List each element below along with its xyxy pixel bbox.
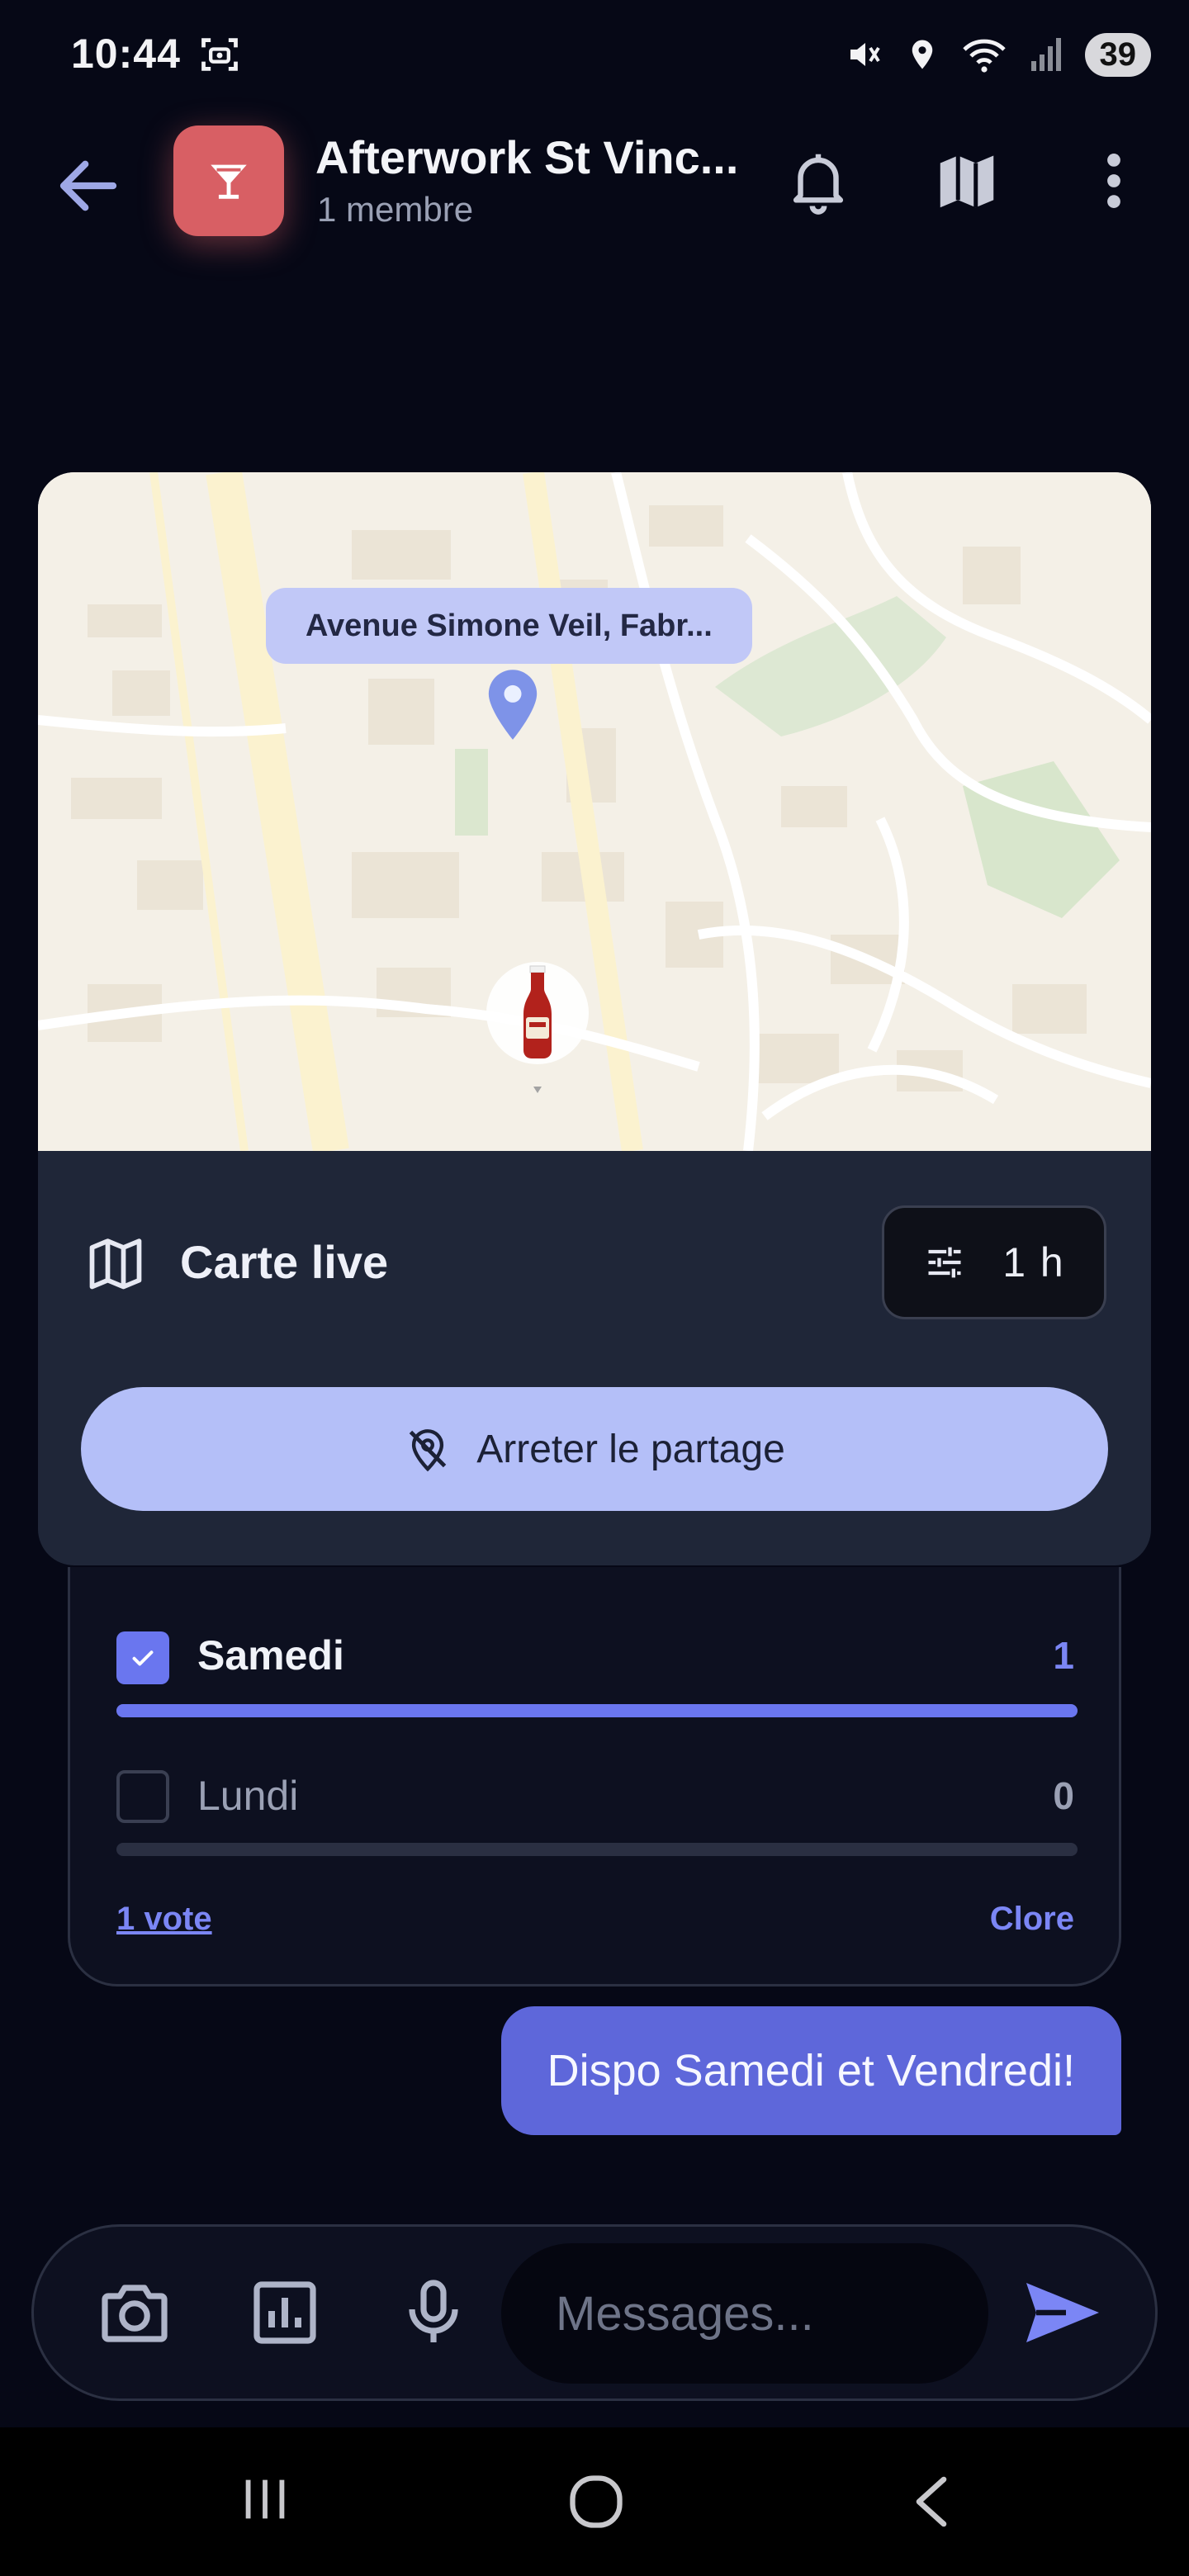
live-map-card: Avenue Simone Veil, Fabr... Carte live 1… [38,472,1151,1565]
poll-option-label[interactable]: Lundi [197,1772,298,1820]
send-icon[interactable] [1020,2273,1106,2352]
location-pin-icon[interactable] [484,667,542,745]
microphone-icon[interactable] [394,2273,473,2352]
location-off-icon [409,1429,447,1472]
home-icon[interactable] [565,2470,628,2533]
stop-sharing-button[interactable]: Arreter le partage [81,1387,1108,1511]
poll-option-bar [116,1704,1078,1717]
poll-icon[interactable] [245,2273,324,2352]
poll-card: Samedi 1 Lundi 0 1 vote Clore [68,1567,1121,1986]
map-outline-icon [89,1238,142,1290]
battery-badge: 39 [1084,32,1151,77]
poll-option-checkbox[interactable] [116,1631,169,1684]
poll-option-count: 1 [1053,1634,1074,1677]
status-time: 10:44 [71,31,181,77]
ketchup-bottle-marker-icon[interactable] [484,959,591,1108]
map-background [38,472,1151,1151]
poll-option-bar-fill [116,1704,1078,1717]
wifi-icon [962,39,1006,73]
tune-icon [928,1247,961,1278]
camera-icon[interactable] [95,2273,174,2352]
status-icons: 39 [844,30,1151,79]
close-poll-button[interactable]: Clore [990,1901,1074,1938]
message-composer [31,2224,1158,2401]
nav-back-icon[interactable] [907,2470,956,2533]
signal-icon [1030,38,1061,71]
poll-option-bar [116,1843,1078,1856]
poll-option-checkbox[interactable] [116,1770,169,1823]
poll-option-label[interactable]: Samedi [197,1631,344,1679]
recent-apps-icon[interactable] [236,2470,294,2528]
group-avatar[interactable] [173,125,284,236]
screenshot-icon [201,38,238,71]
stop-sharing-label: Arreter le partage [476,1427,785,1471]
duration-value: 1 h [1002,1239,1065,1286]
member-count: 1 membre [317,190,474,229]
group-title[interactable]: Afterwork St Vinc... [315,130,738,184]
message-input[interactable] [501,2243,988,2384]
sent-message-bubble[interactable]: Dispo Samedi et Vendredi! [500,2006,1121,2135]
map-icon[interactable] [931,145,1002,216]
map-view[interactable]: Avenue Simone Veil, Fabr... [38,472,1151,1151]
bell-icon[interactable] [783,145,854,216]
system-nav-bar [0,2427,1189,2576]
more-vert-icon[interactable] [1087,145,1141,216]
cocktail-icon [211,164,247,199]
check-icon [132,1650,154,1666]
poll-option-count: 0 [1053,1774,1074,1817]
back-arrow-icon[interactable] [51,149,126,223]
live-map-title: Carte live [180,1236,389,1288]
mute-icon [850,43,880,66]
duration-selector[interactable]: 1 h [882,1205,1106,1319]
message-text: Dispo Samedi et Vendredi! [547,2046,1075,2095]
votes-link[interactable]: 1 vote [116,1901,212,1938]
location-label[interactable]: Avenue Simone Veil, Fabr... [266,588,752,664]
location-icon [912,40,932,69]
